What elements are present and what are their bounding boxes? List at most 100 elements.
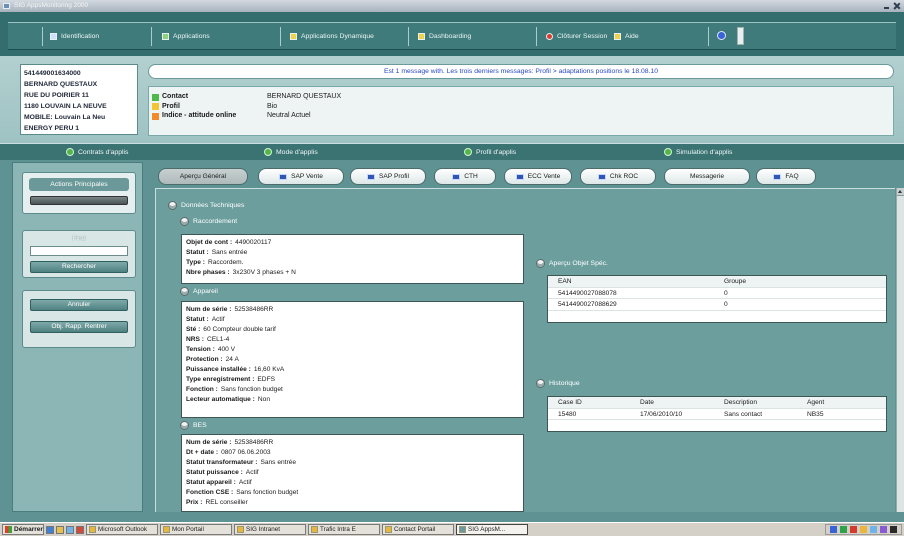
search-button[interactable]: Rechercher — [30, 261, 128, 273]
taskbar-item-active[interactable]: SIG AppsM... — [456, 524, 528, 535]
section-profil[interactable]: Profil d'applis — [464, 148, 516, 156]
column-header[interactable]: EAN — [558, 276, 724, 288]
table-row[interactable]: 5414490027088078 0 — [548, 288, 886, 299]
tab-sap-vente[interactable]: SAP Vente — [258, 168, 344, 185]
info-label: Profil — [162, 102, 180, 110]
message-banner[interactable]: Est 1 message with. Les trois derniers m… — [148, 64, 894, 79]
connection-header[interactable]: Raccordement — [180, 217, 237, 226]
taskbar-item[interactable]: Trafic Intra E — [308, 524, 380, 535]
app-quicklaunch-icon[interactable] — [76, 525, 84, 534]
field-row: Statut : Actif — [186, 315, 519, 325]
tab-messagerie[interactable]: Messagerie — [664, 168, 750, 185]
window-title: SIG AppsMonitoring 2000 — [14, 2, 89, 9]
network-tray-icon[interactable] — [830, 526, 837, 533]
field-label: Nbre phases : — [186, 269, 230, 276]
column-header[interactable]: Description — [724, 397, 807, 409]
messenger-tray-icon[interactable] — [880, 526, 887, 533]
nav-applications-dynamique[interactable]: Applications Dynamique — [290, 31, 374, 42]
tab-ecc-vente[interactable]: ECC Vente — [504, 168, 572, 185]
desktop-quicklaunch-icon[interactable] — [66, 525, 74, 534]
tech-title: Données Techniques — [181, 202, 245, 209]
connection-box: Objet de cont :4490020117 Statut : Sans e… — [181, 234, 524, 284]
nav-aide[interactable]: Aide — [614, 31, 639, 42]
tab-apercu-general[interactable]: Aperçu Général — [158, 168, 248, 185]
taskbar-item-label: Mon Portail — [172, 526, 204, 533]
info-row: Profil Bio — [149, 102, 893, 112]
side-panel: Actions Principales Find Rechercher Annu… — [12, 162, 143, 512]
volume-tray-icon[interactable] — [870, 526, 877, 533]
field-value: Raccordem. — [207, 259, 244, 266]
top-nav: Identification Applications Applications… — [8, 22, 896, 50]
title-bar: SIG AppsMonitoring 2000 — [0, 0, 904, 12]
commands-box: Annuler Obj. Rapp. Rentrer — [22, 290, 136, 348]
tab-faq[interactable]: FAQ — [756, 168, 816, 185]
field-label: Statut puissance : — [186, 469, 243, 476]
find-input[interactable] — [30, 246, 128, 256]
section-simulation[interactable]: Simulation d'applis — [664, 148, 732, 156]
vertical-scrollbar[interactable] — [896, 188, 904, 512]
table-header: Case ID Date Description Agent — [548, 397, 886, 409]
history-header[interactable]: Historique — [536, 379, 580, 388]
taskbar-item[interactable]: SIG Intranet — [234, 524, 306, 535]
collapse-icon — [180, 421, 189, 430]
column-header[interactable]: Agent — [807, 397, 886, 409]
field-value: 16,60 KvA — [253, 366, 285, 373]
section-mode[interactable]: Mode d'applis — [264, 148, 318, 156]
field-row: NRS : CEL1-4 — [186, 335, 519, 345]
tech-data-header[interactable]: Données Techniques — [168, 201, 244, 210]
tab-sap-profil[interactable]: SAP Profil — [350, 168, 426, 185]
security-tray-icon[interactable] — [840, 526, 847, 533]
tab-chk-roc[interactable]: Chk ROC — [580, 168, 656, 185]
taskbar-item-label: SIG Intranet — [246, 526, 280, 533]
table-cell: 5414490027088629 — [558, 301, 617, 308]
nav-applications[interactable]: Applications — [162, 31, 210, 42]
folder-quicklaunch-icon[interactable] — [56, 525, 64, 534]
table-row[interactable]: 15480 17/06/2010/10 Sans contact NB35 — [548, 409, 886, 420]
column-header[interactable]: Case ID — [558, 397, 640, 409]
device-header[interactable]: Appareil — [180, 287, 218, 296]
connection-title: Raccordement — [193, 218, 238, 225]
field-row: Type : Raccordem. — [186, 258, 519, 268]
nav-dashboarding[interactable]: Dashboarding — [418, 31, 471, 42]
alert-tray-icon[interactable] — [850, 526, 857, 533]
taskbar-item[interactable]: Contact Portail — [382, 524, 454, 535]
nav-label: Dashboarding — [429, 33, 472, 40]
objects-table: EAN Groupe 5414490027088078 0 5414490027… — [547, 275, 887, 323]
update-tray-icon[interactable] — [860, 526, 867, 533]
tab-cth[interactable]: CTH — [434, 168, 496, 185]
nav-close-session[interactable]: Clôturer Session — [546, 31, 607, 42]
minimize-icon[interactable] — [882, 2, 891, 10]
table-cell: 17/06/2010/10 — [640, 410, 683, 418]
nav-identification[interactable]: Identification — [50, 31, 99, 42]
close-icon[interactable] — [892, 2, 901, 10]
field-row: Num de série :52538486RR — [186, 438, 519, 448]
table-row[interactable]: 5414490027088629 0 — [548, 299, 886, 311]
field-row: Puissance installée :16,60 KvA — [186, 365, 519, 375]
column-header[interactable]: Groupe — [724, 276, 886, 288]
customer-address: 541449001634000 BERNARD QUESTAUX RUE DU … — [20, 64, 138, 135]
tab-label: FAQ — [785, 173, 799, 180]
info-icon[interactable] — [717, 31, 726, 40]
cancel-button[interactable]: Annuler — [30, 299, 128, 311]
info-label: Indice - attitude online — [162, 112, 237, 119]
browser-quicklaunch-icon[interactable] — [46, 525, 54, 534]
tab-icon — [773, 173, 782, 180]
objects-header[interactable]: Aperçu Objet Spéc. — [536, 259, 608, 268]
report-button[interactable]: Obj. Rapp. Rentrer — [30, 321, 128, 333]
section-contrats[interactable]: Contrats d'applis — [66, 148, 128, 156]
scroll-up-icon[interactable] — [897, 188, 904, 196]
exit-handle-icon[interactable] — [737, 27, 744, 45]
start-button[interactable]: Démarrer — [2, 524, 44, 535]
actions-bar[interactable] — [30, 196, 128, 205]
bes-header[interactable]: BES — [180, 421, 207, 430]
taskbar-item[interactable]: Mon Portail — [160, 524, 232, 535]
field-value: 0807 06.06.2003 — [221, 449, 271, 456]
column-header[interactable]: Date — [640, 397, 724, 409]
field-value: Sans fonction budget — [236, 489, 299, 496]
actions-header[interactable]: Actions Principales — [29, 178, 129, 191]
display-tray-icon[interactable] — [890, 526, 897, 533]
actions-box: Actions Principales — [22, 172, 136, 214]
field-row: Prix : REL conseiller — [186, 498, 519, 508]
table-cell: 5414490027088078 — [558, 289, 617, 297]
taskbar-item[interactable]: Microsoft Outlook — [86, 524, 158, 535]
